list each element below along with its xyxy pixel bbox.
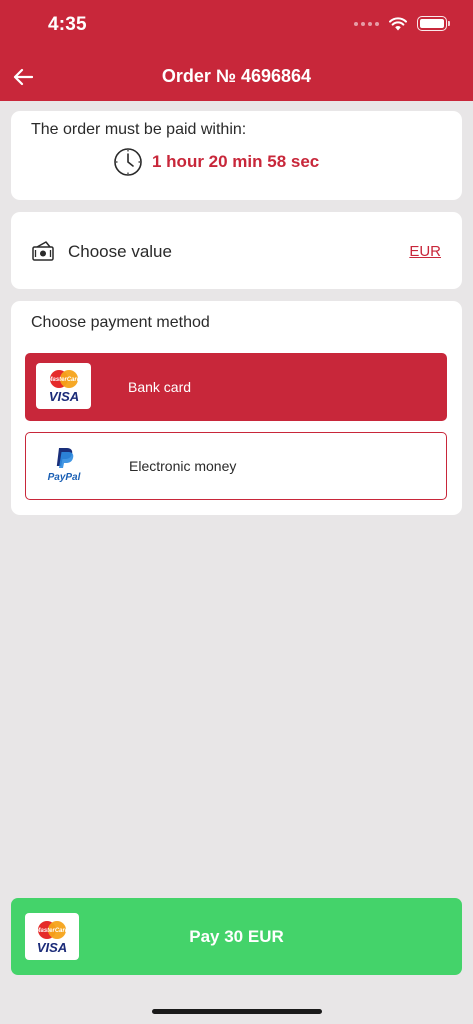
choose-value-card[interactable]: Choose value EUR: [11, 212, 462, 289]
choose-value-label: Choose value: [68, 242, 172, 261]
svg-text:MasterCard: MasterCard: [47, 377, 80, 383]
visa-icon: VISA: [48, 389, 78, 403]
countdown-value: 1 hour 20 min 58 sec: [152, 152, 320, 171]
payment-deadline-card: The order must be paid within: 1 hour 20…: [11, 111, 462, 200]
paypal-logo: PayPal: [41, 446, 87, 486]
status-time: 4:35: [48, 14, 87, 35]
electronic-money-label: Electronic money: [129, 458, 237, 474]
svg-text:VISA: VISA: [48, 389, 78, 403]
payment-option-bank-card[interactable]: MasterCard VISA Bank card: [25, 353, 447, 421]
mastercard-visa-logo: MasterCard VISA: [36, 363, 91, 409]
app-header: 4:35 Order № 4696864: [0, 0, 473, 101]
payment-method-card: Choose payment method MasterCard VISA Ba…: [11, 301, 462, 515]
pay-button-label: Pay 30 EUR: [189, 927, 284, 946]
mastercard-icon: MasterCard: [47, 370, 80, 388]
paypal-wordmark: PayPal: [47, 472, 81, 483]
battery-icon: [417, 16, 450, 31]
clock-icon: [114, 148, 142, 176]
money-icon: [32, 241, 54, 261]
wifi-icon: [389, 16, 407, 30]
countdown-row: 1 hour 20 min 58 sec: [113, 147, 319, 177]
deadline-label: The order must be paid within:: [31, 121, 247, 138]
status-icons: [354, 16, 450, 31]
signal-icon: [354, 21, 379, 26]
bank-card-label: Bank card: [128, 379, 192, 395]
payment-method-label: Choose payment method: [31, 314, 210, 331]
paypal-icon: [56, 448, 74, 468]
payment-option-electronic-money[interactable]: PayPal Electronic money: [25, 432, 447, 500]
home-indicator[interactable]: [152, 1009, 322, 1014]
pay-button[interactable]: MasterCard VISA Pay 30 EUR: [11, 898, 462, 975]
page-title: Order № 4696864: [161, 66, 312, 86]
currency-selector[interactable]: EUR: [409, 243, 441, 260]
